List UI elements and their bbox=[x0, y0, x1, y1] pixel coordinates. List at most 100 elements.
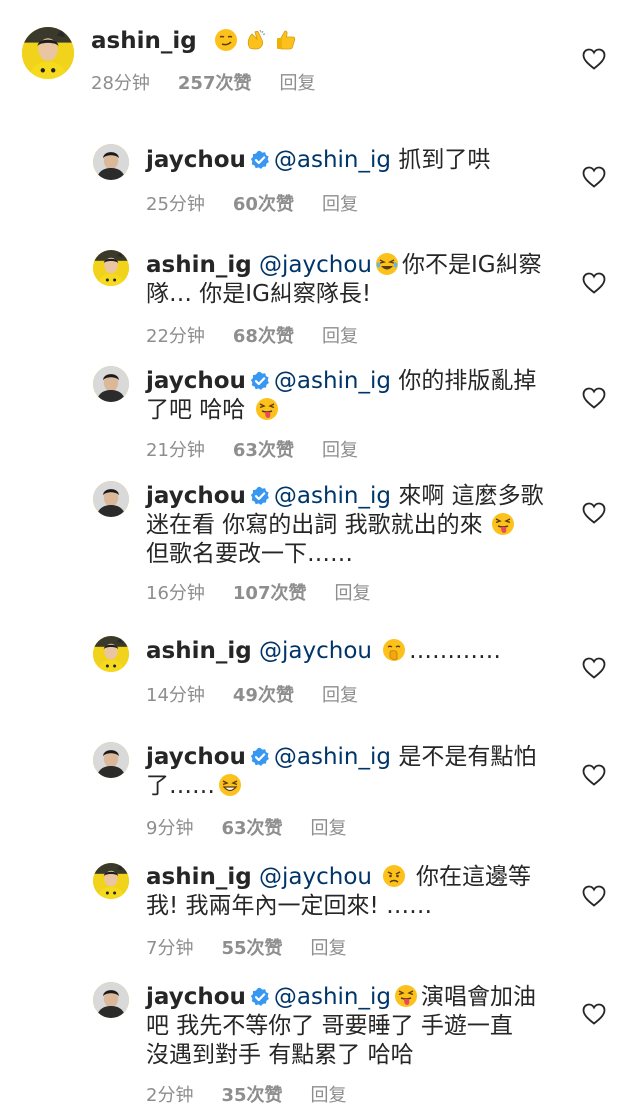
like-heart-icon[interactable] bbox=[582, 657, 606, 679]
like-heart-icon[interactable] bbox=[582, 502, 606, 524]
comment-time: 2分钟 bbox=[146, 1085, 194, 1106]
username[interactable]: jaychou bbox=[146, 368, 246, 394]
grinning-squint-emoji-icon bbox=[218, 773, 242, 797]
avatar[interactable] bbox=[93, 144, 129, 180]
comment-text: 吧 我先不等你了 哥要睡了 手遊一直 bbox=[146, 1013, 513, 1039]
reply-button[interactable]: 回复 bbox=[279, 73, 315, 94]
comment-time: 22分钟 bbox=[146, 326, 205, 347]
comment-body: jaychou @ashin_ig 演唱會加油 吧 我先不等你了 哥要睡了 手遊一直… bbox=[146, 983, 566, 1070]
comment-time: 25分钟 bbox=[146, 194, 205, 215]
comment-time: 9分钟 bbox=[146, 818, 194, 839]
likes-count[interactable]: 55次赞 bbox=[221, 938, 282, 959]
angry-face-emoji-icon bbox=[382, 864, 406, 888]
mention-link[interactable]: @ashin_ig bbox=[274, 984, 391, 1010]
likes-count[interactable]: 107次赞 bbox=[233, 583, 307, 604]
comment-meta: 28分钟 257次赞 回复 bbox=[91, 69, 343, 95]
reply-button[interactable]: 回复 bbox=[311, 1085, 347, 1106]
avatar[interactable] bbox=[93, 742, 129, 778]
comment-meta: 25分钟 60次赞 回复 bbox=[146, 190, 386, 216]
likes-count[interactable]: 257次赞 bbox=[178, 73, 252, 94]
comment-text: 來啊 這麼多歌 bbox=[398, 483, 544, 509]
verified-badge-icon bbox=[250, 371, 270, 391]
comment-text: 是不是有點怕 bbox=[398, 744, 537, 770]
likes-count[interactable]: 49次赞 bbox=[233, 685, 294, 706]
avatar[interactable] bbox=[93, 481, 129, 517]
mention-link[interactable]: @ashin_ig bbox=[274, 744, 391, 770]
likes-count[interactable]: 63次赞 bbox=[233, 440, 294, 461]
comment-text: ………… bbox=[408, 638, 501, 664]
comment-text: 我! 我兩年內一定回來! …… bbox=[146, 893, 433, 919]
mention-link[interactable]: @ashin_ig bbox=[274, 368, 391, 394]
comment-body: jaychou @ashin_ig 來啊 這麼多歌 迷在看 你寫的出詞 我歌就出的… bbox=[146, 482, 566, 569]
comment-meta: 9分钟 63次赞 回复 bbox=[146, 814, 375, 840]
avatar[interactable] bbox=[93, 366, 129, 402]
comment-text: 迷在看 你寫的出詞 我歌就出的來 bbox=[146, 512, 483, 538]
username[interactable]: jaychou bbox=[146, 744, 246, 770]
username[interactable]: jaychou bbox=[146, 147, 246, 173]
comment-time: 28分钟 bbox=[91, 73, 150, 94]
likes-count[interactable]: 60次赞 bbox=[233, 194, 294, 215]
comment-body: jaychou @ashin_ig 是不是有點怕 了…… bbox=[146, 743, 566, 801]
mention-link[interactable]: @ashin_ig bbox=[274, 483, 391, 509]
verified-badge-icon bbox=[250, 486, 270, 506]
comment-body: jaychou @ashin_ig 你的排版亂掉 了吧 哈哈 bbox=[146, 367, 566, 425]
comment-text: 沒遇到對手 有點累了 哈哈 bbox=[146, 1042, 414, 1068]
reply-button[interactable]: 回复 bbox=[311, 818, 347, 839]
mention-link[interactable]: @jaychou bbox=[259, 252, 372, 278]
reply-button[interactable]: 回复 bbox=[322, 326, 358, 347]
reply-button[interactable]: 回复 bbox=[322, 194, 358, 215]
tongue-wink-emoji-icon bbox=[255, 397, 279, 421]
like-heart-icon[interactable] bbox=[582, 1003, 606, 1025]
username[interactable]: ashin_ig bbox=[91, 28, 197, 54]
comment-text: 了吧 哈哈 bbox=[146, 397, 246, 423]
username[interactable]: ashin_ig bbox=[146, 864, 252, 890]
comment-meta: 21分钟 63次赞 回复 bbox=[146, 436, 386, 462]
comment-time: 7分钟 bbox=[146, 938, 194, 959]
tongue-wink-emoji-icon bbox=[394, 984, 418, 1008]
reply-button[interactable]: 回复 bbox=[322, 440, 358, 461]
comment-text: 但歌名要改一下…… bbox=[146, 541, 353, 567]
comment-time: 16分钟 bbox=[146, 583, 205, 604]
comment-text: 隊… 你是IG糾察隊長! bbox=[146, 281, 372, 307]
comment-body: jaychou @ashin_ig 抓到了哄 bbox=[146, 146, 546, 175]
comment-meta: 2分钟 35次赞 回复 bbox=[146, 1081, 375, 1107]
reply-button[interactable]: 回复 bbox=[311, 938, 347, 959]
username[interactable]: ashin_ig bbox=[146, 252, 252, 278]
avatar[interactable] bbox=[93, 636, 129, 672]
username[interactable]: jaychou bbox=[146, 483, 246, 509]
avatar[interactable] bbox=[93, 863, 129, 899]
mention-link[interactable]: @ashin_ig bbox=[274, 147, 391, 173]
shushing-face-emoji-icon bbox=[382, 638, 406, 662]
comment-text: 抓到了哄 bbox=[398, 147, 491, 173]
like-heart-icon[interactable] bbox=[582, 885, 606, 907]
comment-meta: 14分钟 49次赞 回复 bbox=[146, 681, 386, 707]
username[interactable]: jaychou bbox=[146, 984, 246, 1010]
mention-link[interactable]: @jaychou bbox=[259, 638, 372, 664]
comment-body: ashin_ig @jaychou 你在這邊等 我! 我兩年內一定回來! …… bbox=[146, 863, 566, 921]
comment-body: ashin_ig bbox=[91, 27, 561, 56]
reply-button[interactable]: 回复 bbox=[322, 685, 358, 706]
comment-body: ashin_ig @jaychou 你不是IG糾察 隊… 你是IG糾察隊長! bbox=[146, 251, 566, 309]
smirk-emoji-icon bbox=[214, 28, 238, 52]
reply-button[interactable]: 回复 bbox=[334, 583, 370, 604]
likes-count[interactable]: 35次赞 bbox=[221, 1085, 282, 1106]
clap-emoji-icon bbox=[244, 28, 268, 52]
like-heart-icon[interactable] bbox=[582, 764, 606, 786]
like-heart-icon[interactable] bbox=[582, 272, 606, 294]
comment-text: 你不是IG糾察 bbox=[401, 252, 542, 278]
comment-time: 21分钟 bbox=[146, 440, 205, 461]
comment-text: 你的排版亂掉 bbox=[398, 368, 537, 394]
avatar[interactable] bbox=[22, 27, 74, 79]
like-heart-icon[interactable] bbox=[582, 387, 606, 409]
tongue-wink-emoji-icon bbox=[491, 512, 515, 536]
likes-count[interactable]: 68次赞 bbox=[233, 326, 294, 347]
like-heart-icon[interactable] bbox=[582, 166, 606, 188]
avatar[interactable] bbox=[93, 250, 129, 286]
avatar[interactable] bbox=[93, 982, 129, 1018]
likes-count[interactable]: 63次赞 bbox=[221, 818, 282, 839]
comment-time: 14分钟 bbox=[146, 685, 205, 706]
username[interactable]: ashin_ig bbox=[146, 638, 252, 664]
comment-body: ashin_ig @jaychou ………… bbox=[146, 637, 566, 666]
like-heart-icon[interactable] bbox=[582, 48, 606, 70]
mention-link[interactable]: @jaychou bbox=[259, 864, 372, 890]
